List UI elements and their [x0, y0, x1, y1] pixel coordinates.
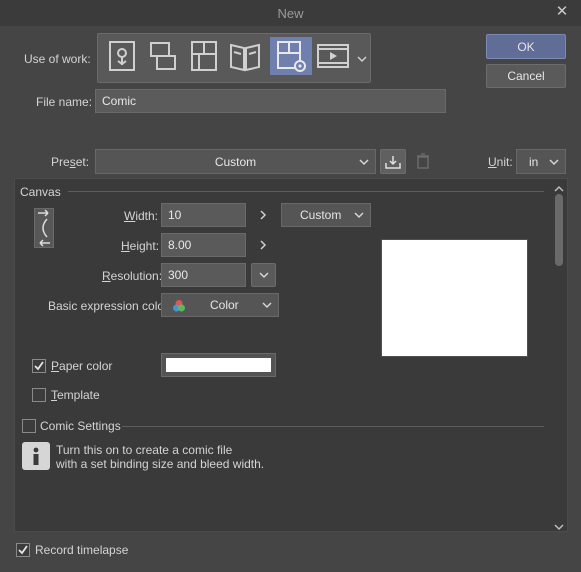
file-name-input[interactable]: Comic	[95, 89, 446, 113]
template-label: Template	[51, 388, 100, 402]
save-preset-icon	[385, 155, 401, 169]
file-name-label: File name:	[36, 95, 93, 109]
resolution-input[interactable]: 300	[161, 263, 246, 287]
scrollbar-thumb[interactable]	[555, 194, 563, 266]
use-of-work-more-dropdown[interactable]	[356, 53, 368, 63]
use-of-work-label: Use of work:	[24, 52, 91, 66]
color-mode-icon	[173, 300, 185, 312]
illustration-icon[interactable]	[102, 37, 142, 75]
checkmark-icon	[18, 545, 28, 555]
size-preset-dropdown[interactable]: Custom	[281, 203, 371, 227]
preset-dropdown[interactable]: Custom	[95, 149, 376, 174]
basic-color-dropdown[interactable]: Color	[161, 293, 279, 317]
scroll-up-icon[interactable]	[554, 182, 564, 192]
height-input[interactable]: 8.00	[161, 233, 246, 257]
comic-settings-checkbox[interactable]	[22, 419, 36, 433]
basic-color-value: Color	[210, 298, 239, 312]
register-preset-button[interactable]	[380, 149, 406, 174]
close-icon[interactable]: ✕	[553, 3, 571, 21]
size-preset-value: Custom	[300, 208, 342, 222]
width-input[interactable]: 10	[161, 203, 246, 227]
chevron-down-icon	[359, 158, 369, 165]
width-label: Width:	[124, 209, 159, 223]
checkmark-icon	[34, 361, 44, 371]
basic-color-label: Basic expression color:	[48, 299, 172, 313]
animation-icon[interactable]	[313, 37, 353, 75]
preset-value: Custom	[214, 154, 257, 169]
title-bar: New ✕	[0, 0, 581, 26]
chevron-down-icon	[354, 212, 364, 219]
use-of-work-selector	[97, 33, 371, 83]
canvas-divider	[68, 191, 544, 192]
chevron-down-icon	[258, 272, 269, 279]
cancel-button[interactable]: Cancel	[486, 64, 566, 88]
canvas-preview	[381, 239, 528, 357]
paper-color-label: Paper color	[51, 359, 113, 373]
comic-icon[interactable]	[184, 37, 224, 75]
unit-dropdown[interactable]: in	[516, 149, 566, 174]
comic-settings-divider	[122, 426, 544, 427]
swap-orientation-button[interactable]	[34, 208, 54, 248]
window-title: New	[277, 6, 304, 21]
book-icon[interactable]	[225, 37, 265, 75]
chevron-right-icon[interactable]	[258, 239, 268, 251]
webtoon-icon[interactable]	[143, 37, 183, 75]
canvas-section-label: Canvas	[20, 185, 61, 199]
resolution-label: Resolution:	[102, 269, 163, 283]
info-icon	[22, 442, 50, 470]
height-label: Height:	[121, 239, 160, 253]
chevron-down-icon	[262, 302, 272, 309]
preset-label: Preset:	[51, 155, 90, 169]
ok-button[interactable]: OK	[486, 34, 566, 59]
comic-settings-info-line1: Turn this on to create a comic file	[56, 443, 233, 457]
comic-settings-icon[interactable]	[270, 37, 312, 75]
paper-color-swatch-button[interactable]	[161, 353, 276, 377]
paper-color-swatch	[166, 358, 271, 372]
delete-preset-icon[interactable]	[415, 152, 433, 170]
swap-orientation-icon	[38, 209, 50, 247]
resolution-dropdown-button[interactable]	[251, 263, 276, 287]
comic-settings-info-line2: with a set binding size and bleed width.	[56, 457, 265, 471]
record-timelapse-label: Record timelapse	[35, 543, 129, 557]
template-checkbox[interactable]	[32, 388, 46, 402]
scroll-down-icon[interactable]	[554, 520, 564, 531]
paper-color-checkbox[interactable]	[32, 359, 46, 373]
record-timelapse-checkbox[interactable]	[16, 543, 30, 557]
chevron-down-icon	[549, 158, 559, 165]
comic-settings-label: Comic Settings	[40, 419, 121, 433]
chevron-right-icon[interactable]	[258, 209, 268, 221]
unit-label: Unit:	[488, 155, 513, 169]
unit-value: in	[529, 154, 539, 169]
